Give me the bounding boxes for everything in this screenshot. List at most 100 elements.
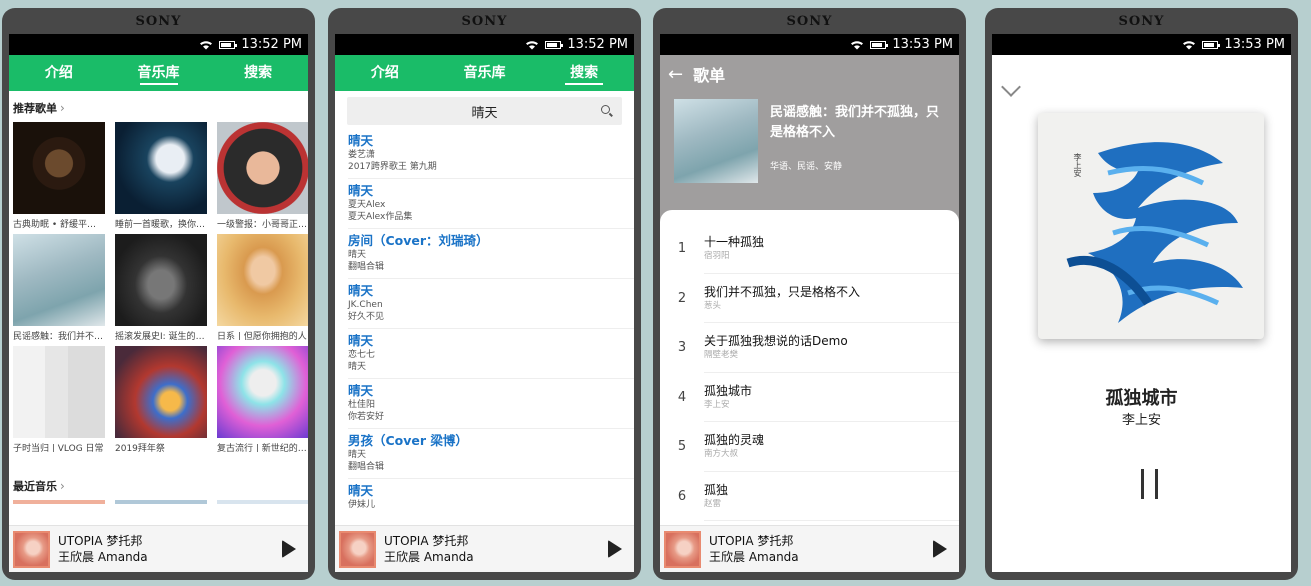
playlist-card[interactable]: 复古流行 | 新世纪的浪潮: [217, 346, 308, 452]
playlist-card[interactable]: 古典助眠 • 舒缓平静的钢琴曲: [13, 122, 105, 228]
mini-player-title: UTOPIA 梦托邦: [709, 534, 794, 548]
mini-player[interactable]: UTOPIA 梦托邦 王欣晨 Amanda: [9, 525, 308, 572]
recent-title: 最近音乐: [13, 480, 57, 493]
track-row[interactable]: 5 孤独的灵魂 南方大叔: [660, 422, 959, 472]
album-tags: 华语、民谣、安静: [770, 162, 843, 172]
tab-search[interactable]: 搜索: [208, 55, 308, 91]
search-result[interactable]: 晴天 娄艺潇 2017跨界歌王 第九期: [348, 129, 634, 179]
playlist-caption: 日系 | 但愿你拥抱的人: [217, 332, 307, 340]
tab-intro[interactable]: 介绍: [335, 55, 435, 91]
cover-artist-text: 李上安: [1073, 153, 1082, 177]
result-title: 晴天: [348, 283, 374, 298]
result-artist: JK.Chen: [348, 300, 383, 310]
album-cover: [674, 99, 758, 183]
search-result[interactable]: 晴天 JK.Chen 好久不见: [348, 279, 634, 329]
playlist-caption: 一级警报：小哥哥正在接近你: [217, 220, 308, 228]
search-result[interactable]: 晴天 杜佳阳 你若安好: [348, 379, 634, 429]
album-info: 民谣感触：我们并不孤独，只是格格不入 华语、民谣、安静: [660, 93, 959, 183]
track-row[interactable]: 3 关于孤独我想说的话Demo 隔壁老樊: [660, 323, 959, 373]
playlist-card[interactable]: 2019拜年祭: [115, 346, 207, 452]
mini-player-title: UTOPIA 梦托邦: [58, 534, 143, 548]
playlist-cover: [13, 346, 105, 438]
search-icon[interactable]: [601, 105, 610, 114]
battery-icon: [219, 40, 238, 49]
wifi-icon: [199, 40, 213, 50]
playlist-cover: [115, 346, 207, 438]
chevron-down-icon[interactable]: [1001, 77, 1021, 97]
status-bar: 13:53 PM: [660, 34, 959, 55]
result-title: 晴天: [348, 383, 374, 398]
result-artist: 恋七七: [348, 350, 376, 360]
playlist-cover: [217, 122, 308, 214]
tab-intro[interactable]: 介绍: [9, 55, 109, 91]
calligraphy-art: [1066, 142, 1243, 323]
playlist-cover: [13, 122, 105, 214]
status-bar: 13:52 PM: [9, 34, 308, 55]
pause-icon[interactable]: [1139, 469, 1161, 499]
track-name: 孤独城市: [704, 383, 753, 398]
mini-player[interactable]: UTOPIA 梦托邦 王欣晨 Amanda: [660, 525, 959, 572]
status-time: 13:53 PM: [1224, 37, 1285, 52]
mini-player-title: UTOPIA 梦托邦: [384, 534, 469, 548]
tab-search[interactable]: 搜索: [534, 55, 634, 91]
track-name: 我们并不孤独，只是格格不入: [704, 284, 861, 299]
playlist-cover: [217, 234, 308, 326]
search-result[interactable]: 晴天 伊妹儿: [348, 479, 634, 529]
playlist-caption: 复古流行 | 新世纪的浪潮: [217, 444, 308, 452]
track-singer: 葱头: [704, 300, 722, 311]
now-playing-cover: 李上安: [1038, 113, 1264, 339]
mini-player-artist: 王欣晨 Amanda: [58, 550, 148, 564]
playlist-card[interactable]: 民谣感触：我们并不孤独: [13, 234, 105, 340]
mini-player-thumbnail: [13, 530, 50, 568]
track-singer: 李上安: [704, 399, 730, 410]
playlist-card[interactable]: 摇滚发展史I: 诞生的源头: [115, 234, 207, 340]
back-arrow-icon[interactable]: ←: [668, 64, 683, 85]
result-album: 夏天Alex作品集: [348, 212, 413, 222]
track-name: 关于孤独我想说的话Demo: [704, 334, 848, 349]
search-result[interactable]: 房间（Cover：刘瑞琦） 晴天 翻唱合辑: [348, 229, 634, 279]
phone-playlist: SONY 13:53 PM ← 歌单 民谣感触：我们并不孤独，只是格格不入 华语…: [653, 8, 966, 580]
result-artist: 晴天: [348, 250, 367, 260]
playlist-cover: [115, 122, 207, 214]
playlist-caption: 摇滚发展史I: 诞生的源头: [115, 332, 207, 340]
battery-icon: [870, 40, 889, 49]
brand-label: SONY: [1118, 14, 1165, 29]
wifi-icon: [1182, 40, 1196, 50]
playlist-card[interactable]: 一级警报：小哥哥正在接近你: [217, 122, 308, 228]
screen: 13:52 PM 介绍 音乐库 搜索 晴天 晴天 娄艺潇 2017跨界歌王 第九期 …: [335, 34, 634, 572]
play-icon[interactable]: [933, 540, 947, 558]
mini-player-thumbnail: [339, 530, 376, 568]
playlist-caption: 2019拜年祭: [115, 444, 165, 452]
mini-player[interactable]: UTOPIA 梦托邦 王欣晨 Amanda: [335, 525, 634, 572]
playlist-card[interactable]: 子时当归 | VLOG 日常: [13, 346, 105, 452]
screen: 13:52 PM 介绍 音乐库 搜索 推荐歌单 › 古典助眠 • 舒缓平静的钢琴…: [9, 34, 308, 572]
track-row[interactable]: 6 孤独 赵雷: [660, 472, 959, 521]
track-row[interactable]: 4 孤独城市 李上安: [660, 373, 959, 422]
tab-library[interactable]: 音乐库: [435, 55, 535, 91]
track-number: 5: [677, 439, 687, 455]
track-row[interactable]: 2 我们并不孤独，只是格格不入 葱头: [660, 274, 959, 323]
battery-icon: [1202, 40, 1221, 49]
track-singer: 南方大叔: [704, 449, 739, 460]
recent-header[interactable]: 最近音乐 ›: [9, 452, 308, 500]
play-icon[interactable]: [282, 540, 296, 558]
search-result[interactable]: 男孩（Cover 梁博） 晴天 翻唱合辑: [348, 429, 634, 479]
result-artist: 夏天Alex: [348, 200, 386, 210]
playlist-card[interactable]: 日系 | 但愿你拥抱的人: [217, 234, 308, 340]
search-result[interactable]: 晴天 夏天Alex 夏天Alex作品集: [348, 179, 634, 229]
track-singer: 隔壁老樊: [704, 350, 739, 361]
search-input[interactable]: 晴天: [347, 97, 622, 125]
wifi-icon: [850, 40, 864, 50]
playlist-grid: 古典助眠 • 舒缓平静的钢琴曲 睡前一首暖歌，换你一夜好眠 一级警报：小哥哥正在…: [9, 122, 308, 452]
playlist-card[interactable]: 睡前一首暖歌，换你一夜好眠: [115, 122, 207, 228]
track-row[interactable]: 1 十一种孤独 宿羽阳: [660, 224, 959, 274]
mini-player-artist: 王欣晨 Amanda: [709, 550, 799, 564]
track-name: 十一种孤独: [704, 235, 765, 250]
chevron-right-icon: ›: [60, 479, 65, 493]
wifi-icon: [525, 40, 539, 50]
chevron-right-icon: ›: [60, 101, 65, 115]
recommend-header[interactable]: 推荐歌单 ›: [9, 91, 308, 122]
tab-library[interactable]: 音乐库: [109, 55, 209, 91]
search-result[interactable]: 晴天 恋七七 晴天: [348, 329, 634, 379]
play-icon[interactable]: [608, 540, 622, 558]
